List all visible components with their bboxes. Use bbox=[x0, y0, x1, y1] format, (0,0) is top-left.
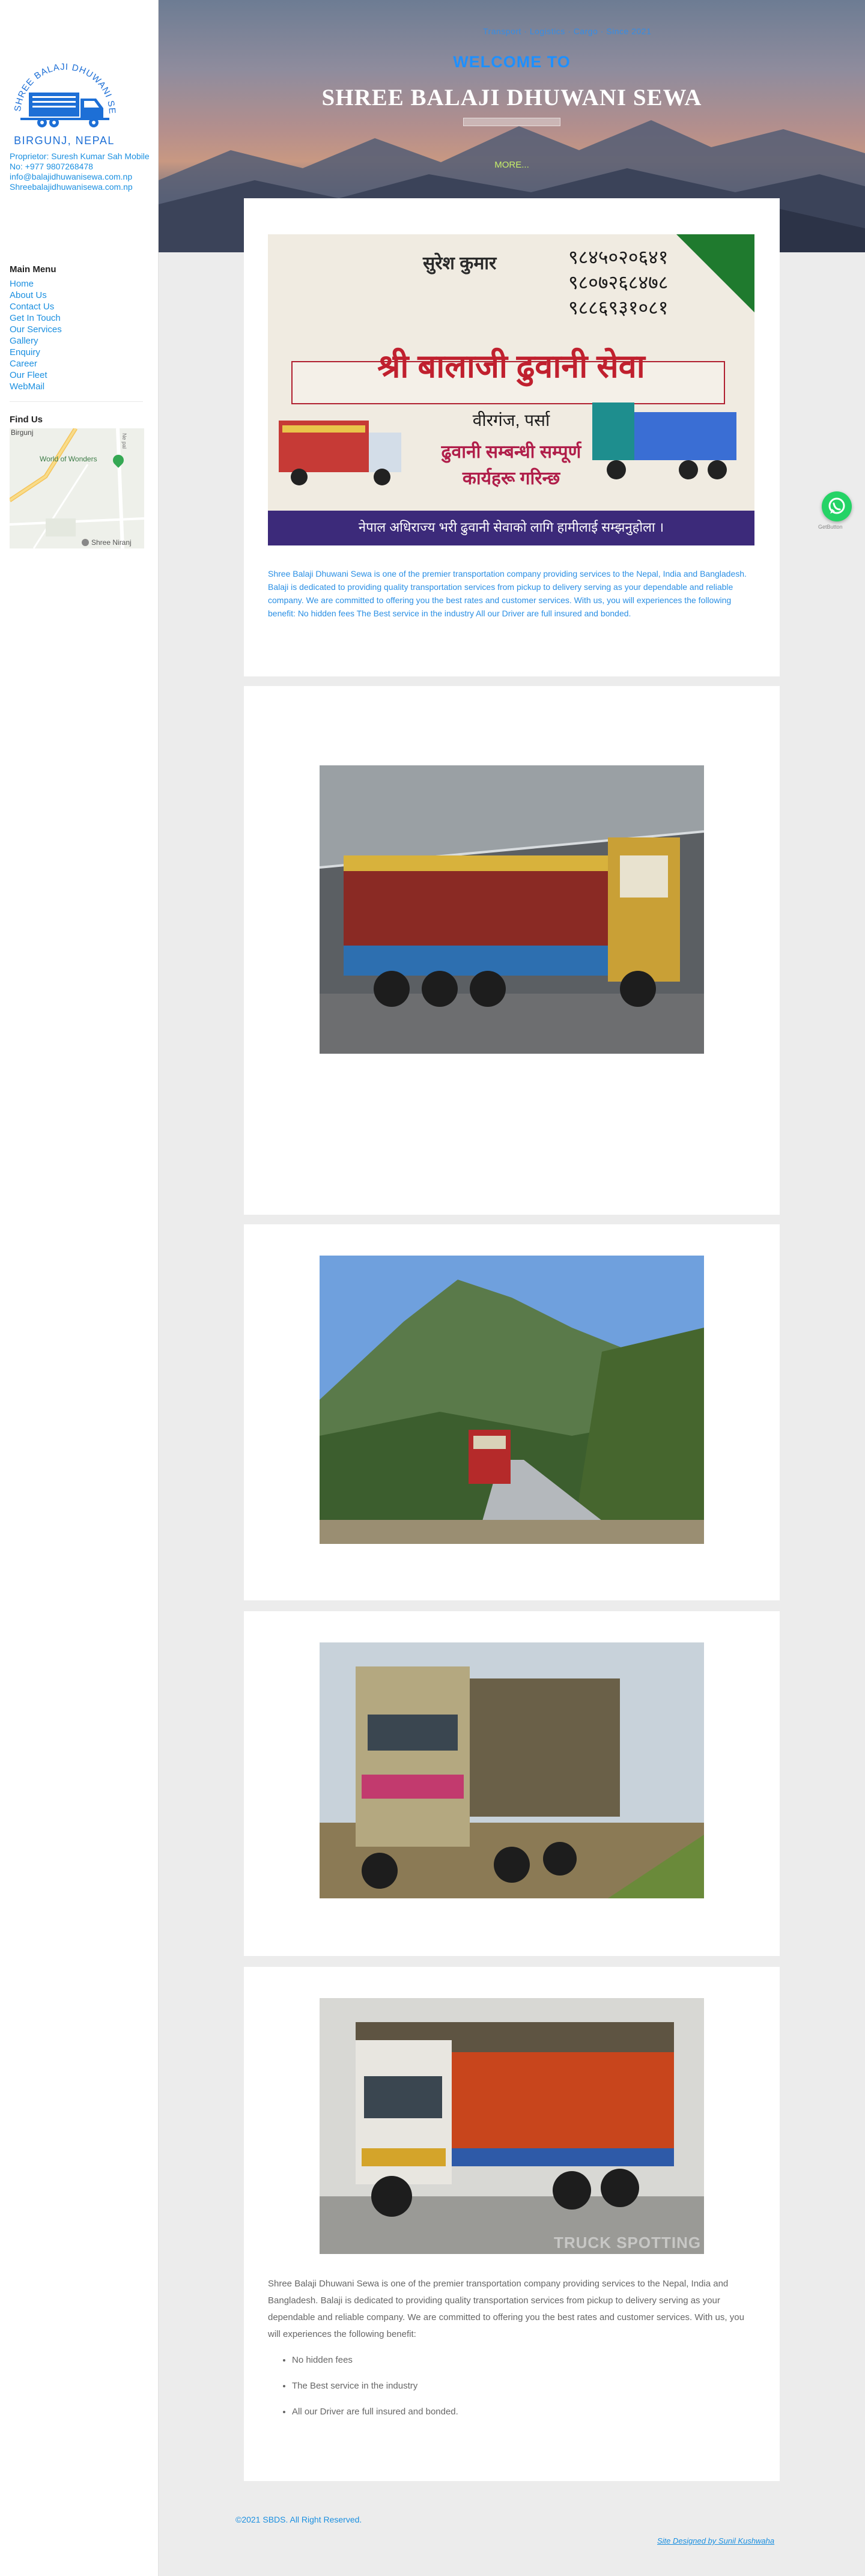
contact-info: Proprietor: Suresh Kumar Sah Mobile No: … bbox=[10, 151, 159, 192]
sign-phone-2: ९८०७२६८४७८ bbox=[568, 272, 669, 293]
find-us-title: Find Us bbox=[10, 415, 43, 425]
map-road-label: Ne pal bbox=[121, 433, 127, 449]
gallery-card-2 bbox=[244, 1224, 780, 1600]
footer-credit-link[interactable]: Site Designed by Sunil Kushwaha bbox=[657, 2536, 774, 2545]
contact-proprietor: Proprietor: Suresh Kumar Sah Mobile bbox=[10, 151, 150, 161]
divider bbox=[10, 401, 143, 402]
sign-line-2: कार्यहरू गरिन्छ bbox=[462, 469, 560, 488]
benefit-item: The Best service in the industry bbox=[292, 2380, 754, 2393]
signboard-image: सुरेश कुमार ९८४५०२०६४१ ९८०७२६८४७८ ९८८६९३… bbox=[268, 234, 754, 545]
whatsapp-label: GetButton bbox=[818, 524, 843, 530]
about-card: सुरेश कुमार ९८४५०२०६४१ ९८०७२६८४७८ ९८८६९३… bbox=[244, 198, 780, 676]
services-card: TRUCK SPOTTING Shree Balaji Dhuwani Sewa… bbox=[244, 1967, 780, 2481]
truck-icon bbox=[20, 93, 109, 127]
hero-subtitle-bar bbox=[463, 118, 560, 126]
photo-watermark: TRUCK SPOTTING bbox=[554, 2234, 702, 2252]
map-place-label: Shree Niranj bbox=[91, 538, 132, 547]
benefits-list: No hidden fees The Best service in the i… bbox=[292, 2354, 754, 2419]
contact-phone[interactable]: No: +977 9807268478 bbox=[10, 162, 159, 172]
decorated-truck-photo bbox=[320, 1642, 704, 1898]
menu-item-career[interactable]: Career bbox=[10, 358, 148, 369]
logo-location: BIRGUNJ, NEPAL bbox=[14, 135, 115, 147]
map-city-label: Birgunj bbox=[11, 428, 34, 437]
sign-owner-name: सुरेश कुमार bbox=[423, 254, 497, 273]
contact-website[interactable]: Shreebalajidhuwanisewa.com.np bbox=[10, 182, 159, 192]
menu-item-our-services[interactable]: Our Services bbox=[10, 324, 148, 335]
menu-item-enquiry[interactable]: Enquiry bbox=[10, 347, 148, 358]
menu-item-home[interactable]: Home bbox=[10, 278, 148, 290]
menu-item-contact-us[interactable]: Contact Us bbox=[10, 301, 148, 312]
truck-shed-photo bbox=[320, 765, 704, 1054]
sign-phone-3: ९८८६९३१०८१ bbox=[568, 297, 669, 318]
site-logo[interactable]: SHREE BALAJI DHUWANI SEWA BIRGUNJ, NEPAL bbox=[4, 40, 120, 149]
main-menu-title: Main Menu bbox=[10, 264, 56, 275]
hero-title: SHREE BALAJI DHUWANI SEWA bbox=[321, 85, 702, 111]
about-text-blue: Shree Balaji Dhuwani Sewa is one of the … bbox=[268, 569, 747, 618]
map-place-icon bbox=[82, 539, 89, 546]
find-us-widget: Find Us Birgunj Ne pal World of Wonders … bbox=[10, 415, 144, 548]
location-map[interactable]: Birgunj Ne pal World of Wonders Shree Ni… bbox=[10, 428, 144, 548]
menu-item-gallery[interactable]: Gallery bbox=[10, 335, 148, 347]
about-text-gray: Shree Balaji Dhuwani Sewa is one of the … bbox=[268, 2279, 744, 2339]
gallery-card-3 bbox=[244, 1611, 780, 1956]
mountain-road-photo bbox=[320, 1256, 704, 1544]
sign-phone-1: ९८४५०२०६४१ bbox=[568, 246, 669, 268]
sidebar: SHREE BALAJI DHUWANI SEWA BIRGUNJ, NEPAL bbox=[0, 0, 159, 2576]
sign-company-name: श्री बालाजी ढुवानी सेवा bbox=[377, 348, 645, 384]
more-link[interactable]: MORE... bbox=[159, 160, 865, 170]
menu-item-our-fleet[interactable]: Our Fleet bbox=[10, 369, 148, 381]
whatsapp-icon bbox=[828, 497, 845, 514]
gallery-card-1 bbox=[244, 686, 780, 1215]
whatsapp-button[interactable] bbox=[822, 491, 852, 521]
sign-footer: नेपाल अधिराज्य भरी ढुवानी सेवाको लागि हा… bbox=[358, 520, 664, 535]
benefit-item: All our Driver are full insured and bond… bbox=[292, 2405, 754, 2419]
sign-town: वीरगंज, पर्सा bbox=[472, 411, 550, 430]
menu-item-get-in-touch[interactable]: Get In Touch bbox=[10, 312, 148, 324]
map-poi-label: World of Wonders bbox=[40, 455, 97, 463]
truck-road-photo: TRUCK SPOTTING bbox=[320, 1998, 704, 2254]
menu-item-about-us[interactable]: About Us bbox=[10, 290, 148, 301]
footer-copyright: ©2021 SBDS. All Right Reserved. bbox=[235, 2515, 362, 2524]
hero-tagline: Transport · Logistics · Cargo · Since 20… bbox=[483, 26, 652, 36]
benefit-item: No hidden fees bbox=[292, 2354, 754, 2367]
menu-item-webmail[interactable]: WebMail bbox=[10, 381, 148, 392]
sign-line-1: ढुवानी सम्बन्धी सम्पूर्ण bbox=[441, 442, 581, 462]
services-text: Shree Balaji Dhuwani Sewa is one of the … bbox=[268, 2276, 754, 2431]
welcome-heading: WELCOME TO bbox=[453, 53, 571, 71]
contact-email[interactable]: info@balajidhuwanisewa.com.np bbox=[10, 172, 159, 182]
main-menu: Main Menu Home About Us Contact Us Get I… bbox=[10, 264, 148, 392]
